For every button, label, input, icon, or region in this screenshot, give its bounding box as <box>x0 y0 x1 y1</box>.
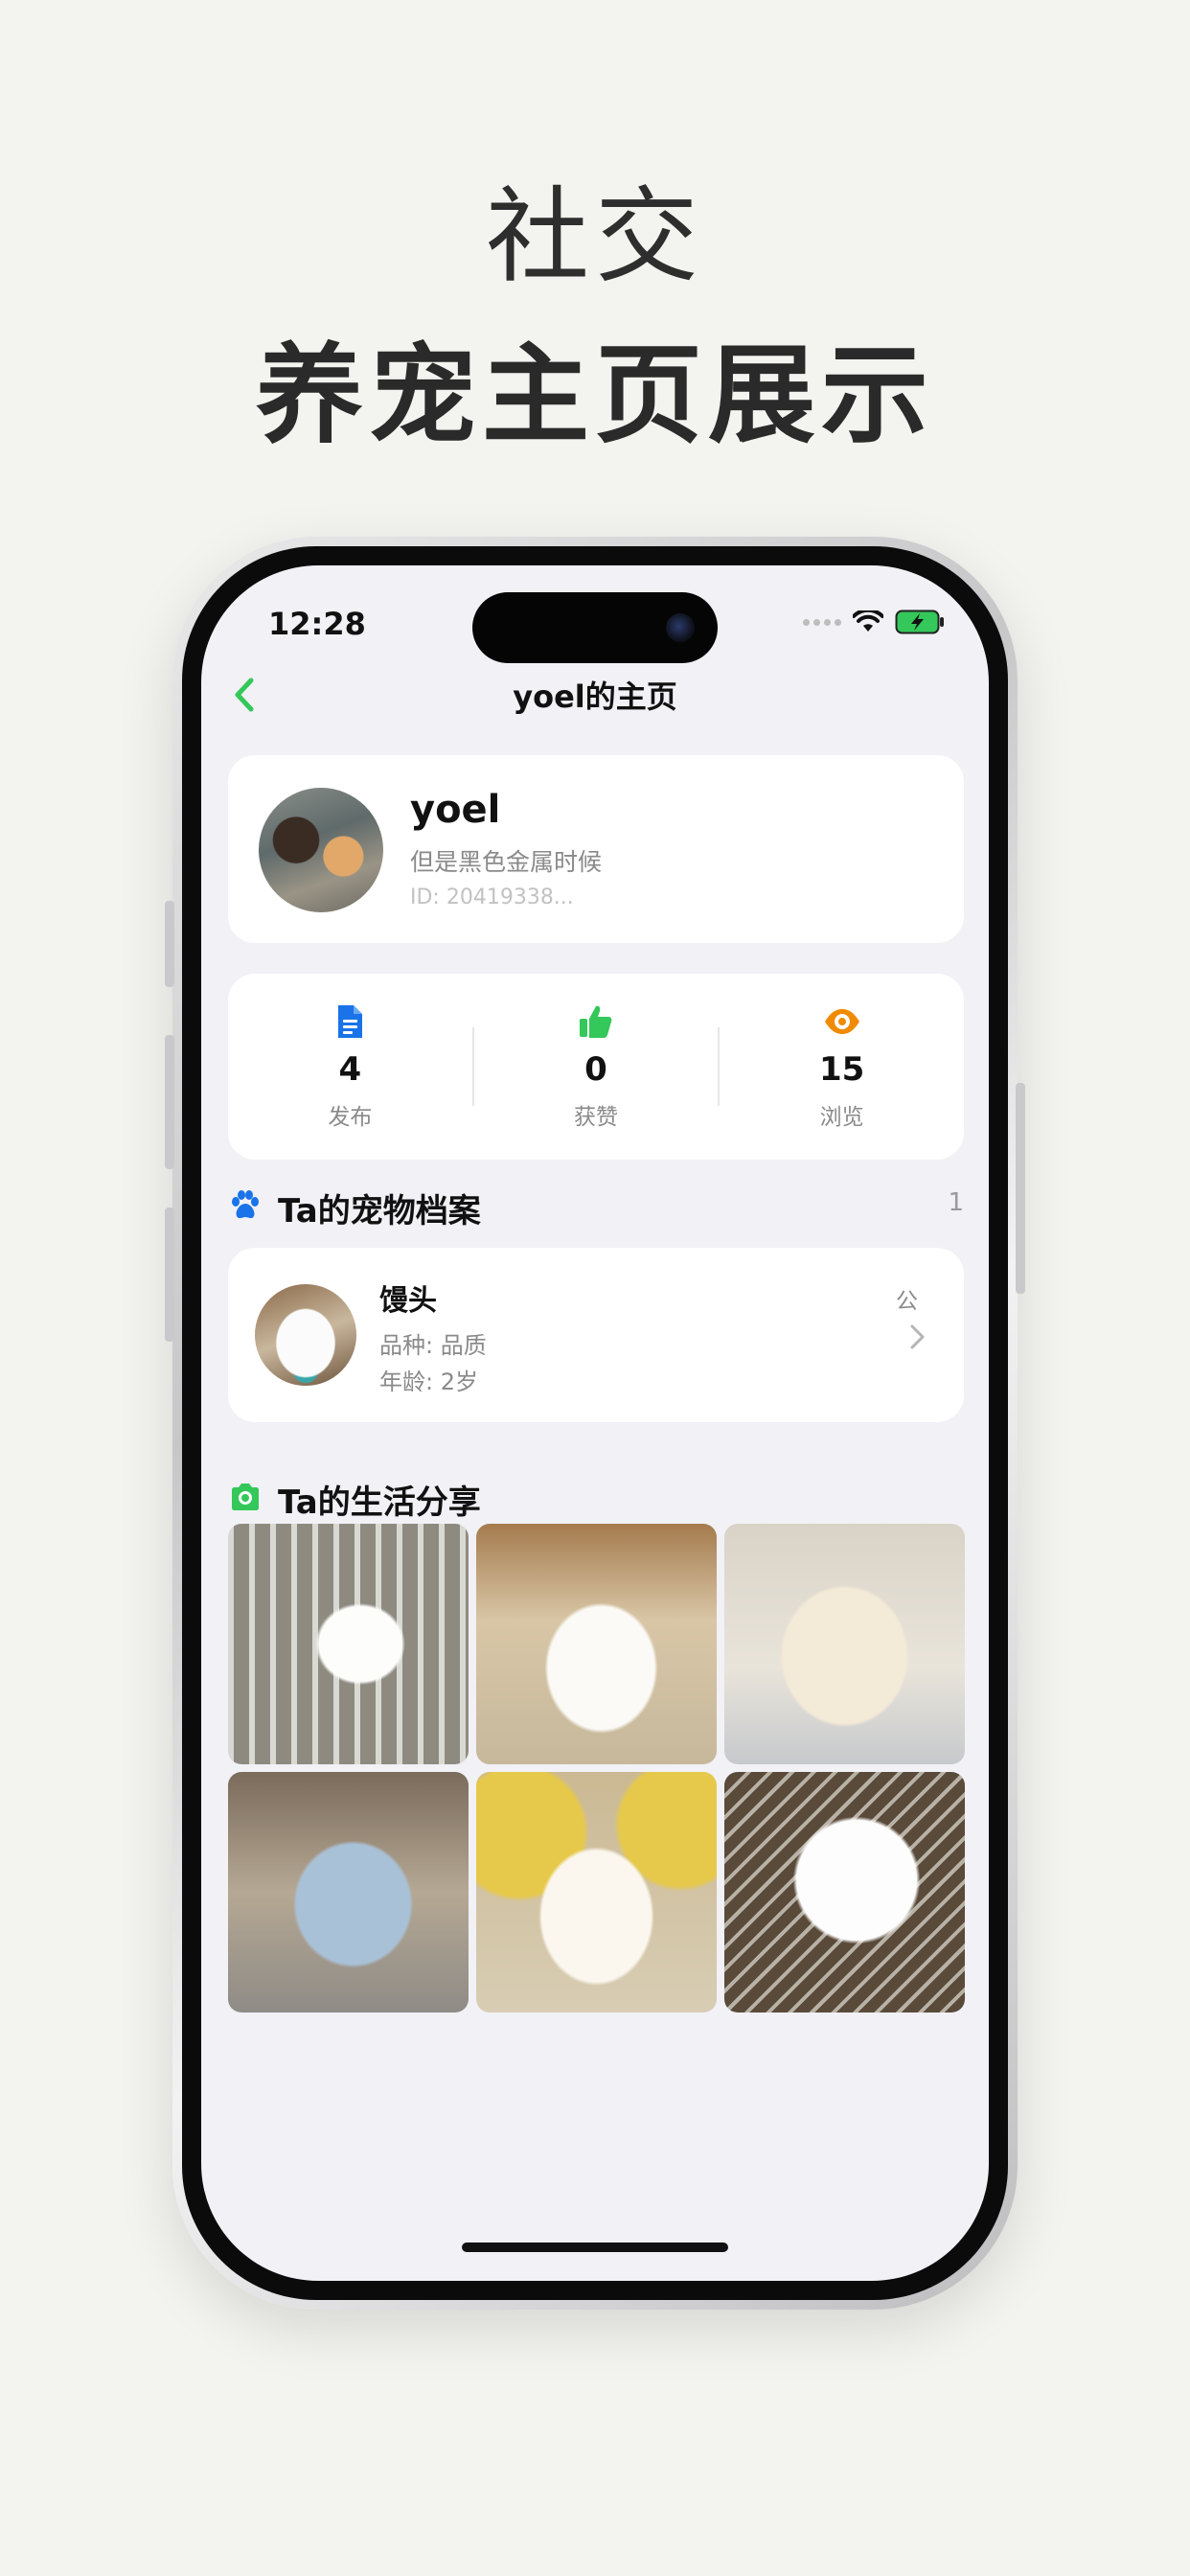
phone-frame: 12:28 yoel的主页 yoel 但是黑色金属时候 ID: 20419338… <box>165 537 1025 2310</box>
life-section-title: Ta的生活分享 <box>278 1484 481 1522</box>
action-button <box>165 901 174 987</box>
stat-value: 4 <box>338 1050 362 1089</box>
status-time: 12:28 <box>268 606 366 642</box>
avatar[interactable] <box>259 788 383 912</box>
home-indicator[interactable] <box>462 2242 728 2252</box>
pet-count: 1 <box>948 1188 964 1217</box>
stat-label: 发布 <box>328 1105 373 1130</box>
pet-name: 馒头 <box>379 1284 437 1318</box>
hero-subtitle: 社交 <box>485 177 704 297</box>
chevron-right-icon <box>910 1324 925 1349</box>
stat-label: 获赞 <box>574 1105 618 1130</box>
stat-likes[interactable]: 0 获赞 <box>474 974 719 1160</box>
life-photo[interactable] <box>228 1524 469 1764</box>
volume-down-button <box>165 1208 174 1342</box>
hero-title: 养宠主页展示 <box>256 334 934 458</box>
front-camera-icon <box>666 613 695 642</box>
life-photo[interactable] <box>476 1524 717 1764</box>
volume-up-button <box>165 1035 174 1169</box>
app-screen: 12:28 yoel的主页 yoel 但是黑色金属时候 ID: 20419338… <box>201 565 989 2281</box>
dynamic-island <box>472 592 718 663</box>
stat-value: 15 <box>819 1050 865 1089</box>
stat-label: 浏览 <box>819 1105 864 1130</box>
pet-age: 年龄: 2岁 <box>379 1368 478 1395</box>
stat-views[interactable]: 15 浏览 <box>720 974 964 1160</box>
profile-card: yoel 但是黑色金属时候 ID: 20419338... <box>228 755 964 943</box>
status-indicators <box>803 610 945 634</box>
pet-card[interactable]: 馒头 品种: 品质 年龄: 2岁 公 <box>228 1248 964 1422</box>
life-photo[interactable] <box>228 1772 469 2012</box>
pet-section-header: Ta的宠物档案 1 <box>228 1183 964 1230</box>
stat-posts[interactable]: 4 发布 <box>228 974 472 1160</box>
cellular-signal-icon <box>803 618 841 626</box>
life-photo[interactable] <box>476 1772 717 2012</box>
pet-avatar <box>255 1284 356 1386</box>
battery-charging-icon <box>895 610 944 634</box>
paw-icon <box>232 1190 259 1219</box>
stat-value: 0 <box>584 1050 607 1089</box>
thumbs-up-icon <box>580 1005 612 1038</box>
power-button <box>1016 1083 1025 1294</box>
life-photo[interactable] <box>724 1524 965 1764</box>
photo-grid <box>228 1524 965 2012</box>
wifi-icon <box>853 610 883 632</box>
pet-breed: 品种: 品质 <box>379 1332 487 1359</box>
stats-card: 4 发布 0 获赞 15 浏览 <box>228 974 964 1160</box>
page-title: yoel的主页 <box>513 678 677 715</box>
camera-icon <box>232 1484 259 1510</box>
document-icon <box>338 1005 363 1038</box>
life-photo[interactable] <box>724 1772 965 2012</box>
eye-icon <box>824 1009 859 1034</box>
profile-id: ID: 20419338... <box>410 886 574 909</box>
navigation-bar: yoel的主页 <box>201 661 989 728</box>
profile-bio: 但是黑色金属时候 <box>410 848 603 876</box>
pet-section-title: Ta的宠物档案 <box>278 1192 481 1230</box>
life-section-header: Ta的生活分享 <box>228 1474 964 1522</box>
profile-name: yoel <box>410 788 501 832</box>
pet-gender-badge: 公 <box>896 1289 918 1314</box>
